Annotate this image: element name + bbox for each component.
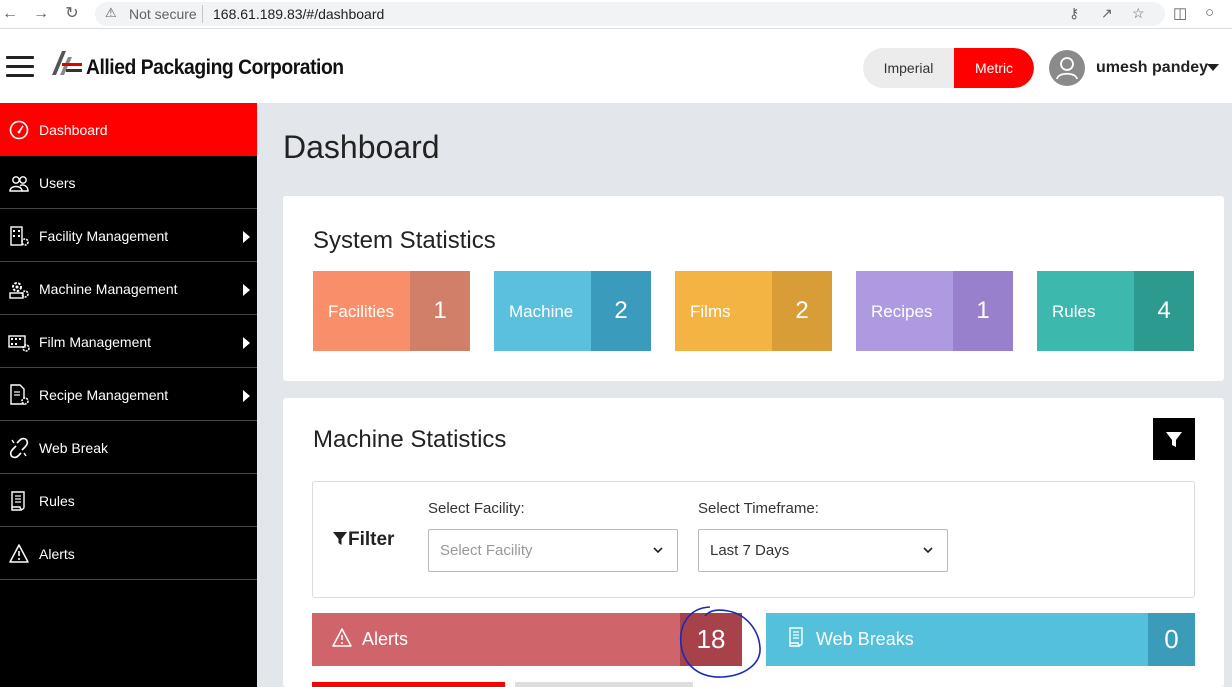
page-title: Dashboard [283, 129, 440, 165]
reload-icon[interactable]: ↻ [62, 4, 82, 24]
chevron-down-icon [923, 547, 933, 554]
security-label: Not secure [129, 6, 197, 22]
imperial-button[interactable]: Imperial [863, 48, 954, 88]
unit-toggle: Imperial Metric [863, 48, 1034, 88]
document-gear-icon [10, 384, 29, 405]
sidebar-item-web-break[interactable]: Web Break [0, 421, 257, 474]
broken-link-icon [9, 437, 29, 459]
sidepanel-icon[interactable]: ◫ [1173, 4, 1187, 22]
alerts-label: Alerts [362, 629, 409, 649]
facility-select-placeholder: Select Facility [440, 542, 533, 559]
url-text[interactable]: 168.61.189.83/#/dashboard [213, 6, 384, 22]
timeframe-select[interactable]: Last 7 Days [698, 529, 948, 572]
sidebar-item-users[interactable]: Users [0, 156, 257, 209]
divider [202, 5, 203, 23]
star-icon[interactable]: ☆ [1132, 5, 1145, 22]
chevron-right-icon [243, 337, 250, 349]
key-icon[interactable]: ⚷ [1069, 5, 1079, 22]
stat-tile-label: Rules [1052, 302, 1096, 321]
sidebar-item-label: Web Break [39, 440, 108, 456]
tab-indicator-active[interactable] [312, 682, 505, 687]
user-name[interactable]: umesh pandey [1096, 59, 1208, 77]
funnel-icon [333, 532, 347, 545]
gauge-icon [9, 120, 29, 140]
stat-tile-label: Machine [509, 302, 574, 321]
filter-heading: Filter [332, 529, 394, 551]
stat-tile-recipes[interactable]: Recipes 1 [856, 271, 1013, 351]
rules-doc-icon [11, 491, 25, 511]
share-icon[interactable]: ↗ [1101, 5, 1113, 22]
sidebar-item-dashboard[interactable]: Dashboard [0, 103, 257, 156]
sidebar-item-label: Recipe Management [39, 387, 169, 403]
back-icon[interactable]: ← [0, 4, 20, 24]
avatar[interactable] [1049, 50, 1085, 86]
app-header: Allied Packaging Corporation Imperial Me… [0, 29, 1232, 103]
profile-icon[interactable]: ○ [1205, 4, 1214, 21]
funnel-icon [1166, 432, 1182, 447]
sidebar-item-label: Alerts [39, 546, 75, 562]
machine-statistics-title: Machine Statistics [313, 426, 507, 453]
building-gear-icon [10, 226, 29, 246]
sidebar-item-label: Users [39, 175, 76, 191]
sidebar-item-label: Machine Management [39, 281, 178, 297]
stat-tile-facilities[interactable]: Facilities 1 [313, 271, 470, 351]
sidebar-item-label: Rules [39, 493, 75, 509]
browser-toolbar: ← → ↻ ⚠ Not secure 168.61.189.83/#/dashb… [0, 0, 1232, 29]
company-name: Allied Packaging Corporation [86, 56, 344, 79]
web-breaks-stat-bar[interactable]: Web Breaks 0 [766, 613, 1195, 666]
stat-tile-rules[interactable]: Rules 4 [1037, 271, 1194, 351]
company-logo-icon [52, 51, 82, 75]
filter-toggle-button[interactable] [1153, 418, 1195, 460]
chevron-right-icon [243, 284, 250, 296]
handwritten-circle-annotation [679, 606, 761, 678]
sidebar: Dashboard Users Facility Management Mach… [0, 103, 257, 687]
warning-icon [9, 544, 29, 563]
stat-tile-count: 1 [953, 271, 1013, 351]
sidebar-item-rules[interactable]: Rules [0, 474, 257, 527]
stat-tile-count: 4 [1134, 271, 1194, 351]
facility-select[interactable]: Select Facility [428, 529, 678, 572]
sidebar-item-alerts[interactable]: Alerts [0, 527, 257, 580]
chevron-right-icon [243, 390, 250, 402]
timeframe-select-value: Last 7 Days [710, 542, 790, 559]
stat-tile-machine[interactable]: Machine 2 [494, 271, 651, 351]
metric-button[interactable]: Metric [954, 48, 1034, 88]
menu-icon[interactable] [6, 56, 34, 77]
film-gear-icon [8, 335, 30, 352]
sidebar-item-facility-management[interactable]: Facility Management [0, 209, 257, 262]
chevron-down-icon[interactable] [1207, 64, 1219, 71]
stat-tile-label: Facilities [328, 302, 395, 321]
users-icon [9, 176, 29, 192]
sidebar-item-label: Film Management [39, 334, 152, 350]
stat-tile-label: Films [690, 302, 731, 321]
stat-tile-count: 2 [591, 271, 651, 351]
facility-label: Select Facility: [428, 500, 525, 517]
web-breaks-count: 0 [1148, 613, 1195, 666]
chevron-right-icon [243, 231, 250, 243]
warning-icon: ⚠ [105, 5, 117, 20]
chevron-down-icon [653, 547, 663, 554]
web-breaks-label: Web Breaks [816, 629, 914, 649]
sidebar-item-label: Facility Management [39, 228, 169, 244]
warning-icon [332, 628, 352, 647]
stat-tile-label: Recipes [871, 302, 933, 321]
tab-indicator[interactable] [515, 682, 693, 687]
filter-title-text: Filter [348, 529, 395, 550]
sidebar-item-film-management[interactable]: Film Management [0, 315, 257, 368]
user-icon [1056, 57, 1078, 80]
sidebar-item-machine-management[interactable]: Machine Management [0, 262, 257, 315]
address-bar[interactable]: ⚠ Not secure 168.61.189.83/#/dashboard ⚷… [95, 2, 1165, 26]
system-statistics-title: System Statistics [313, 227, 496, 254]
rules-doc-icon [789, 627, 803, 647]
timeframe-label: Select Timeframe: [698, 500, 819, 517]
forward-icon[interactable]: → [31, 4, 51, 24]
stat-tile-count: 2 [772, 271, 832, 351]
machine-gear-icon [9, 282, 29, 299]
sidebar-item-label: Dashboard [39, 122, 108, 138]
stat-tile-films[interactable]: Films 2 [675, 271, 832, 351]
stat-tile-count: 1 [410, 271, 470, 351]
sidebar-item-recipe-management[interactable]: Recipe Management [0, 368, 257, 421]
